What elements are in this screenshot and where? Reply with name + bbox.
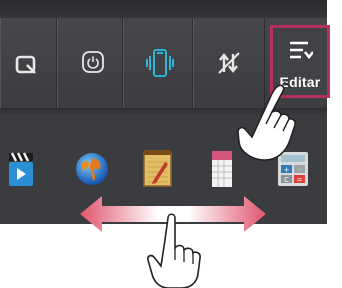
svg-text:+: +: [284, 166, 290, 174]
data-sync-icon: [218, 52, 240, 74]
vibrate-icon: [146, 49, 174, 77]
quick-setting-rotate[interactable]: [0, 18, 57, 108]
power-icon: [82, 51, 104, 73]
notepad-icon[interactable]: [143, 150, 173, 188]
video-clapper-icon[interactable]: [8, 151, 34, 187]
tap-hand-icon: [237, 82, 296, 161]
quick-setting-power[interactable]: [57, 18, 123, 108]
quick-setting-vibrate[interactable]: [123, 18, 193, 108]
calendar-icon[interactable]: [212, 151, 232, 187]
globe-browser-icon[interactable]: [75, 152, 109, 186]
svg-text:C: C: [284, 176, 289, 184]
edit-list-icon: [290, 41, 313, 60]
svg-text:=: =: [297, 176, 303, 184]
swipe-hand-icon: [147, 213, 201, 288]
status-bar: [0, 0, 327, 18]
screen-rotate-icon: [15, 55, 36, 74]
